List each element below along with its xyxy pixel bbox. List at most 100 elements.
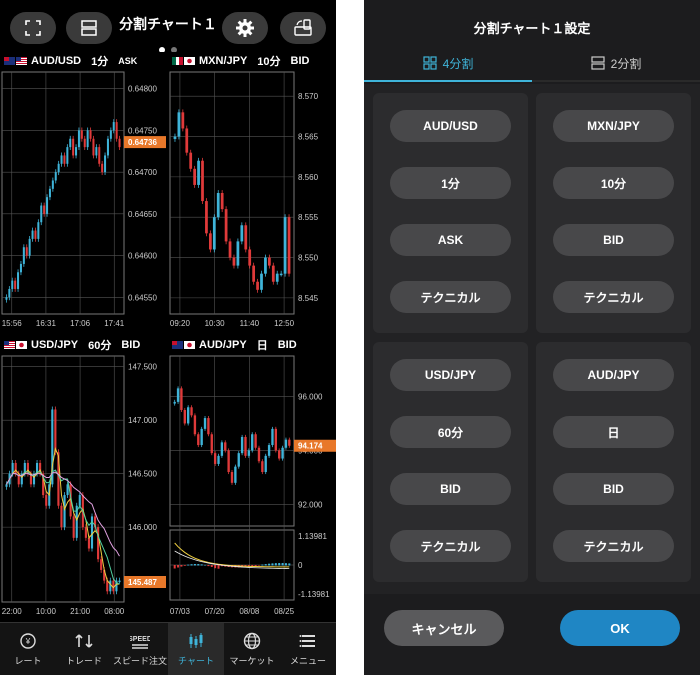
candle-body (72, 138, 75, 156)
candle-body (212, 217, 216, 250)
side-select[interactable]: BID (553, 473, 674, 505)
timeframe-select[interactable]: 10分 (553, 167, 674, 199)
histogram-bar (200, 564, 203, 566)
candle-body (101, 163, 104, 173)
histogram-bar (288, 563, 291, 566)
candle-body (51, 180, 54, 189)
side-select[interactable]: BID (390, 473, 511, 505)
technical-button[interactable]: テクニカル (390, 530, 511, 562)
timeframe-select[interactable]: 日 (553, 416, 674, 448)
chart-symbol: AUD/USD (31, 55, 82, 67)
histogram-bar (268, 563, 271, 566)
tab-speed-order[interactable]: SPEED スピード注文 (112, 623, 168, 675)
candle-body (80, 130, 83, 139)
jp-flag-icon (184, 57, 195, 65)
candle-body (109, 580, 112, 592)
x-tick-label: 15:56 (2, 319, 23, 328)
tab-2-split[interactable]: 2分割 (532, 46, 700, 82)
x-tick-label: 10:30 (205, 319, 226, 328)
chart-panel-1[interactable]: 0.64800 0.64750 0.64700 0.64650 0.64600 0.645… (0, 52, 166, 334)
candle-body (216, 193, 220, 218)
chart-side: ASK (118, 56, 138, 66)
candle-body (19, 263, 22, 273)
side-select[interactable]: ASK (390, 224, 511, 256)
technical-button[interactable]: テクニカル (390, 281, 511, 313)
currency-flags (172, 341, 195, 349)
y-tick-label: 0.64750 (128, 126, 157, 135)
candle-body (260, 273, 263, 290)
chart-panel-header[interactable]: MXN/JPY 10分 BID (168, 52, 310, 70)
candle-body (5, 297, 8, 300)
jp-flag-icon (16, 341, 27, 349)
chart-panel-header[interactable]: AUD/JPY 日 BID (168, 336, 297, 354)
candle-body (75, 147, 78, 156)
speed-badge: SPEED (130, 636, 150, 643)
ok-button[interactable]: OK (560, 610, 680, 646)
timeframe-select[interactable]: 1分 (390, 167, 511, 199)
x-tick-label: 11:40 (240, 319, 260, 328)
candle-body (267, 257, 271, 266)
y-tick-label: 0.64700 (128, 168, 157, 177)
candle-body (45, 495, 48, 506)
candle-body (271, 265, 275, 282)
candle-body (40, 205, 43, 223)
candle-body (287, 217, 291, 274)
tab-label: チャート (178, 656, 214, 666)
cancel-button[interactable]: キャンセル (384, 610, 504, 646)
tab-market[interactable]: マーケット (224, 623, 280, 675)
candle-body (228, 241, 232, 258)
candle-body (69, 138, 72, 148)
side-select[interactable]: BID (553, 224, 674, 256)
chart-frame (1, 355, 125, 603)
timeframe-select[interactable]: 60分 (390, 416, 511, 448)
candle-body (261, 461, 264, 473)
candle-body (95, 147, 98, 156)
candle-body (281, 447, 284, 459)
tab-rate[interactable]: ¥ レート (0, 623, 56, 675)
tab-menu[interactable]: メニュー (280, 623, 336, 675)
candle-body (63, 495, 66, 528)
candle-body (264, 257, 267, 274)
chart-panel-3[interactable]: 147.500 147.000 146.500 146.000 22:00 10:00 21… (0, 336, 166, 622)
candle-body (224, 442, 227, 451)
chart-panel-4[interactable]: 96.00094.00092.00007/0307/2008/0808/2594… (168, 336, 336, 622)
chart-symbol: MXN/JPY (199, 55, 248, 67)
technical-button[interactable]: テクニカル (553, 281, 674, 313)
histogram-bar (214, 565, 217, 569)
chart-panel-header[interactable]: USD/JPY 60分 BID (0, 336, 140, 354)
moving-average-line (6, 471, 120, 557)
tab-4-split[interactable]: 4分割 (364, 46, 532, 82)
histogram-bar (257, 565, 260, 566)
chart-slot-4: AUD/JPY 日 BID テクニカル (536, 342, 691, 582)
candle-body (11, 280, 14, 289)
symbol-select[interactable]: USD/JPY (390, 359, 511, 391)
candle-body (224, 209, 228, 242)
candle-body (83, 138, 86, 148)
histogram-bar (278, 563, 281, 566)
tab-chart[interactable]: チャート (168, 623, 224, 675)
symbol-select[interactable]: AUD/JPY (553, 359, 674, 391)
rotate-icon (294, 19, 312, 36)
candle-body (207, 418, 210, 435)
chart-panel-2[interactable]: 8.570 8.565 8.560 8.555 8.550 8.545 09:20 10:30… (168, 52, 336, 334)
y-tick-label: 0.64550 (128, 293, 157, 302)
x-tick-label: 08:00 (104, 607, 125, 616)
technical-button[interactable]: テクニカル (553, 530, 674, 562)
chart-panel-header[interactable]: AUD/USD 1分 ASK (0, 52, 137, 70)
histogram-bar (177, 565, 180, 568)
candle-body (57, 163, 60, 173)
currency-flags (4, 57, 27, 65)
histogram-bar (261, 564, 264, 566)
price-tag-label: 94.174 (298, 442, 323, 451)
split-mode-tabs: 4分割 2分割 (364, 46, 700, 82)
tab-trade[interactable]: トレード (56, 623, 112, 675)
gear-icon (236, 19, 254, 37)
tab-label: トレード (65, 656, 102, 666)
candle-body (115, 122, 118, 139)
y-tick-label: 147.000 (128, 416, 157, 425)
symbol-select[interactable]: MXN/JPY (553, 110, 674, 142)
candle-body (89, 130, 92, 139)
candle-body (14, 280, 17, 289)
symbol-select[interactable]: AUD/USD (390, 110, 511, 142)
candle-body (72, 516, 75, 538)
